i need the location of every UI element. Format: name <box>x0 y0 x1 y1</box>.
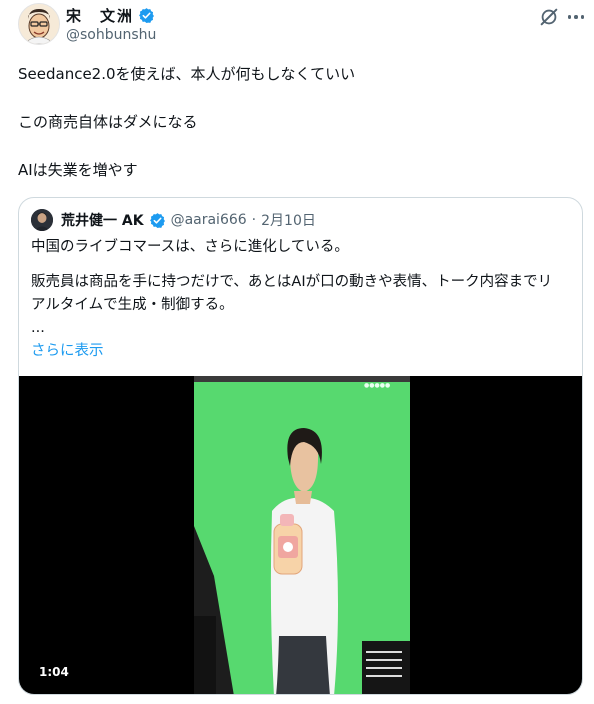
author-name-row[interactable]: 宋 文洲 <box>66 5 155 25</box>
author-display-name[interactable]: 宋 文洲 <box>66 5 134 26</box>
author-avatar-illustration <box>19 4 59 44</box>
quoted-post-header: 荒井健一 AK @aarai666 · 2月10日 <box>31 208 316 232</box>
more-options-icon[interactable] <box>565 6 587 28</box>
quoted-post-card[interactable]: 荒井健一 AK @aarai666 · 2月10日 中国のライブコマースは、さら… <box>18 197 583 695</box>
quoted-author-name[interactable]: 荒井健一 AK <box>61 210 144 230</box>
grok-icon[interactable] <box>538 6 560 28</box>
quoted-author-handle[interactable]: @aarai666 <box>171 212 247 228</box>
quoted-avatar-illustration <box>31 209 53 231</box>
quoted-line-2: 販売員は商品を手に持つだけで、あとはAIが口の動きや表情、トーク内容までリ <box>31 274 553 290</box>
post-line-2: この商売自体はダメになる <box>18 113 198 131</box>
verified-badge-icon <box>149 212 165 228</box>
show-more-link[interactable]: さらに表示 <box>31 340 571 363</box>
video-watermark: ●●●●● <box>364 382 391 389</box>
video-frame: ●●●●● <box>194 376 410 694</box>
quoted-author-avatar[interactable] <box>31 209 53 231</box>
post-line-1: Seedance2.0を使えば、本人が何もしなくていい <box>18 65 356 83</box>
post-line-3: AIは失業を増やす <box>18 161 138 179</box>
quoted-line-1: 中国のライブコマースは、さらに進化している。 <box>31 239 349 255</box>
quoted-post-date[interactable]: 2月10日 <box>261 210 316 230</box>
author-handle[interactable]: @sohbunshu <box>66 27 156 43</box>
quoted-line-3: アルタイムで生成・制御する。 <box>31 297 234 313</box>
verified-badge-icon <box>139 7 154 23</box>
post-text: Seedance2.0を使えば、本人が何もしなくていい この商売自体はダメになる… <box>18 62 578 182</box>
quoted-post-text: 中国のライブコマースは、さらに進化している。 販売員は商品を手に持つだけで、あと… <box>31 236 571 363</box>
video-duration: 1:04 <box>34 663 74 681</box>
quoted-ellipsis: ... <box>31 320 45 336</box>
video-player[interactable]: ●●●●● 1:04 <box>19 376 582 694</box>
author-avatar[interactable] <box>18 3 60 45</box>
separator-dot: · <box>251 212 257 228</box>
video-still-image <box>194 376 410 694</box>
